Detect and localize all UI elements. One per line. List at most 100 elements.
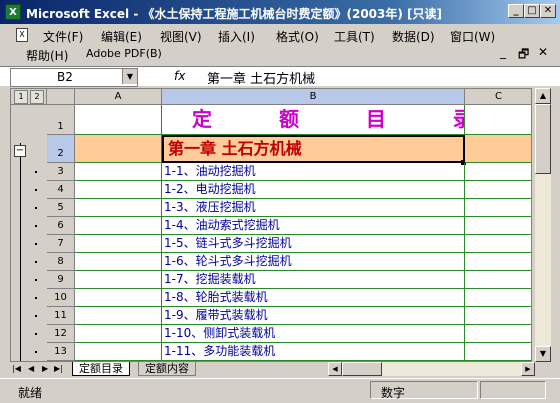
cell-a[interactable] [75, 199, 162, 217]
cell-b-link[interactable]: 1-9、履带式装载机 [162, 307, 465, 325]
cell-c[interactable] [465, 271, 531, 289]
outline-dot [35, 261, 37, 263]
cell-b-link[interactable]: 1-4、油动索式挖掘机 [162, 217, 465, 235]
cell-a[interactable] [75, 271, 162, 289]
doc-restore-button[interactable]: 🗗 [518, 45, 529, 66]
row-header[interactable]: 5 [47, 199, 75, 217]
title-bar: X Microsoft Excel - 《水土保持工程施工机械台时费定额》(20… [0, 0, 560, 24]
menu-data[interactable]: 数据(D) [392, 28, 435, 45]
cell-a[interactable] [75, 307, 162, 325]
row-header[interactable]: 10 [47, 289, 75, 307]
outline-level-1-button[interactable]: 1 [14, 90, 28, 104]
collapse-group-button[interactable]: − [14, 145, 26, 157]
menu-file[interactable]: 文件(F) [43, 28, 83, 45]
next-sheet-icon[interactable]: ▶ [42, 362, 48, 376]
maximize-button[interactable]: □ [524, 4, 540, 18]
cell-c2[interactable] [465, 135, 531, 163]
vertical-scrollbar[interactable]: ▲ ▼ [535, 88, 551, 362]
row-header[interactable]: 9 [47, 271, 75, 289]
row-header[interactable]: 4 [47, 181, 75, 199]
sheet-tab-catalog[interactable]: 定额目录 [72, 362, 130, 376]
first-sheet-icon[interactable]: |◀ [12, 362, 21, 376]
worksheet-grid[interactable]: 1 2 A B C − 1 定 额 目 录 2 第一章 土石方机械 3 1-1、油… [10, 88, 532, 362]
row-header[interactable]: 1 [47, 105, 75, 135]
row-header[interactable]: 13 [47, 343, 75, 361]
horizontal-scroll-track[interactable] [382, 362, 521, 376]
cell-a[interactable] [75, 217, 162, 235]
cell-a[interactable] [75, 343, 162, 361]
menu-insert[interactable]: 插入(I) [218, 28, 255, 45]
last-sheet-icon[interactable]: ▶| [54, 362, 63, 376]
row-header[interactable]: 7 [47, 235, 75, 253]
cell-a[interactable] [75, 325, 162, 343]
cell-a2[interactable] [75, 135, 162, 163]
cell-b-link[interactable]: 1-10、侧卸式装载机 [162, 325, 465, 343]
chevron-down-icon[interactable]: ▼ [122, 69, 137, 84]
row-header[interactable]: 8 [47, 253, 75, 271]
cell-c[interactable] [465, 253, 531, 271]
menu-window[interactable]: 窗口(W) [450, 28, 495, 45]
cell-c[interactable] [465, 289, 531, 307]
menu-help[interactable]: 帮助(H) [26, 47, 68, 64]
column-header-a[interactable]: A [75, 89, 162, 105]
scroll-right-icon[interactable]: ▶ [521, 362, 535, 376]
row-header[interactable]: 11 [47, 307, 75, 325]
cell-a[interactable] [75, 289, 162, 307]
minimize-button[interactable]: _ [508, 4, 524, 18]
cell-b-link[interactable]: 1-11、多功能装载机 [162, 343, 465, 361]
cell-c[interactable] [465, 307, 531, 325]
scroll-down-icon[interactable]: ▼ [535, 346, 551, 362]
close-button[interactable]: ✕ [540, 4, 556, 18]
cell-b2-selected[interactable]: 第一章 土石方机械 [162, 135, 465, 163]
menu-edit[interactable]: 编辑(E) [101, 28, 142, 45]
cell-c[interactable] [465, 235, 531, 253]
excel-app-icon[interactable]: X [5, 4, 21, 20]
menu-adobe-pdf[interactable]: Adobe PDF(B) [86, 47, 162, 60]
cell-c1[interactable] [465, 105, 531, 135]
fx-icon[interactable]: fx [174, 69, 185, 83]
cell-a[interactable] [75, 235, 162, 253]
doc-minimize-button[interactable]: _ [500, 45, 506, 59]
sheet-tab-content[interactable]: 定额内容 [138, 362, 196, 376]
horizontal-scroll-thumb[interactable] [342, 362, 382, 376]
menu-format[interactable]: 格式(O) [276, 28, 319, 45]
formula-input[interactable]: 第一章 土石方机械 [207, 68, 315, 87]
cell-b-link[interactable]: 1-7、挖掘装载机 [162, 271, 465, 289]
menu-tools[interactable]: 工具(T) [334, 28, 375, 45]
cell-c[interactable] [465, 217, 531, 235]
cell-a[interactable] [75, 253, 162, 271]
row-header[interactable]: 2 [47, 135, 75, 163]
cell-c[interactable] [465, 199, 531, 217]
cell-c[interactable] [465, 343, 531, 361]
scroll-left-icon[interactable]: ◀ [328, 362, 342, 376]
cell-a1[interactable] [75, 105, 162, 135]
cell-b-link[interactable]: 1-1、油动挖掘机 [162, 163, 465, 181]
outline-dot [35, 297, 37, 299]
workbook-icon[interactable]: X [16, 28, 28, 42]
outline-level-2-button[interactable]: 2 [30, 90, 44, 104]
cell-b-link[interactable]: 1-6、轮斗式多斗挖掘机 [162, 253, 465, 271]
cell-a[interactable] [75, 181, 162, 199]
cell-b-link[interactable]: 1-3、液压挖掘机 [162, 199, 465, 217]
cell-b-link[interactable]: 1-8、轮胎式装载机 [162, 289, 465, 307]
row-header[interactable]: 6 [47, 217, 75, 235]
column-header-c[interactable]: C [465, 89, 531, 105]
column-header-b[interactable]: B [162, 89, 465, 105]
cell-c[interactable] [465, 163, 531, 181]
cell-b1-title[interactable]: 定 额 目 录 [162, 105, 465, 135]
doc-close-button[interactable]: ✕ [538, 45, 548, 59]
select-all-corner[interactable] [47, 89, 75, 105]
cell-c[interactable] [465, 325, 531, 343]
cell-a[interactable] [75, 163, 162, 181]
cell-c[interactable] [465, 181, 531, 199]
sheet-tab-bar: |◀ ◀ ▶ ▶| 定额目录 定额内容 ◀ ▶ [10, 362, 551, 376]
row-header[interactable]: 3 [47, 163, 75, 181]
cell-b-link[interactable]: 1-2、电动挖掘机 [162, 181, 465, 199]
scroll-up-icon[interactable]: ▲ [535, 88, 551, 104]
prev-sheet-icon[interactable]: ◀ [28, 362, 34, 376]
menu-view[interactable]: 视图(V) [160, 28, 202, 45]
cell-b-link[interactable]: 1-5、链斗式多斗挖掘机 [162, 235, 465, 253]
row-header[interactable]: 12 [47, 325, 75, 343]
vertical-scroll-thumb[interactable] [535, 104, 551, 174]
name-box[interactable]: B2 ▼ [10, 68, 138, 87]
